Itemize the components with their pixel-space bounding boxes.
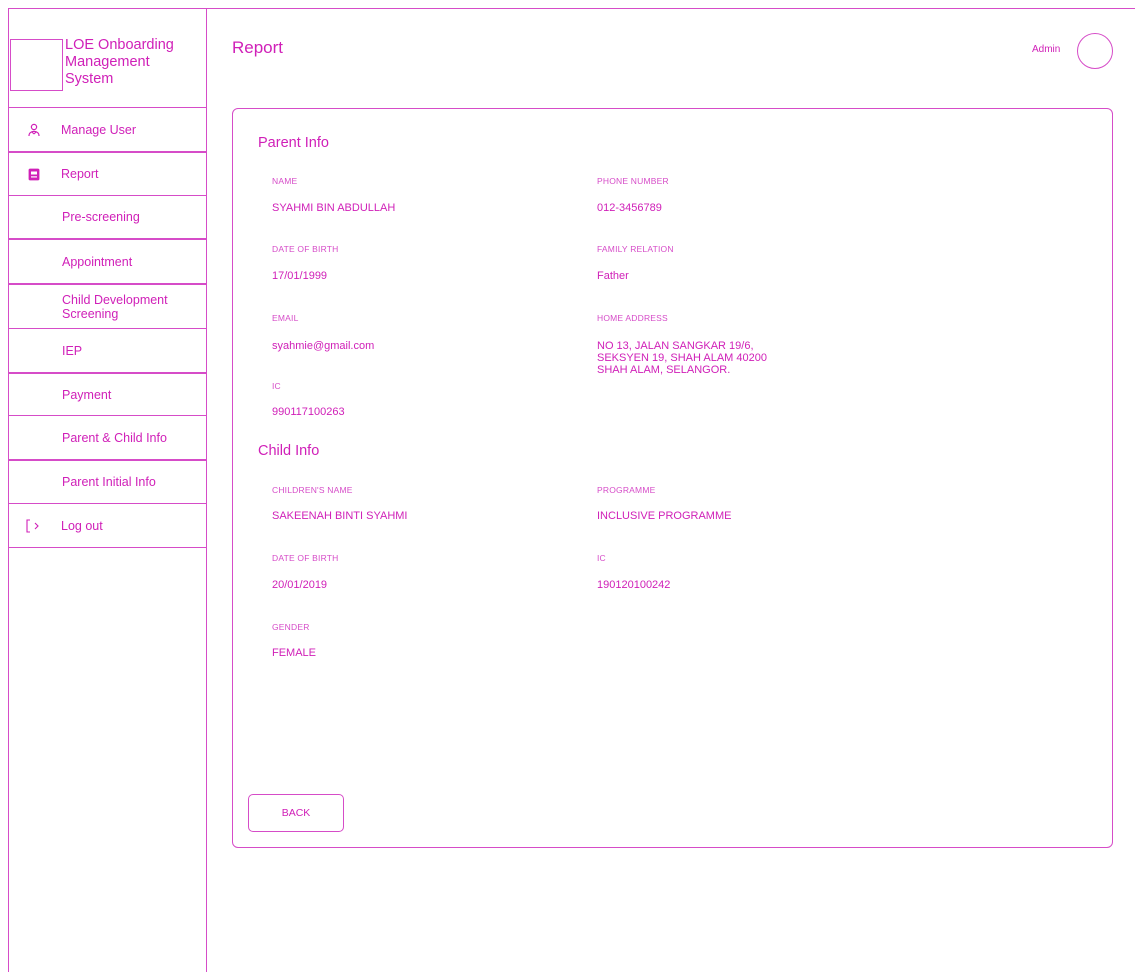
child-dob-value: 20/01/2019 <box>272 579 328 591</box>
parent-email-value: syahmie@gmail.com <box>272 340 375 352</box>
sidebar-item-logout[interactable]: Log out <box>8 504 207 548</box>
brand-header: LOE Onboarding Management System <box>8 8 207 108</box>
child-ic-value: 190120100242 <box>597 579 671 591</box>
sidebar-item-label: Parent & Child Info <box>62 430 167 445</box>
parent-ic-label: IC <box>272 381 281 391</box>
report-icon <box>25 165 43 183</box>
user-name: Admin <box>1032 44 1061 55</box>
home-address-value: NO 13, JALAN SANGKAR 19/6, SEKSYEN 19, S… <box>597 340 767 376</box>
sidebar-item-label: IEP <box>62 343 83 358</box>
sidebar-item-label: Payment <box>62 387 112 402</box>
sidebar-item-pre-screening[interactable]: Pre-screening <box>8 196 207 239</box>
sidebar-item-label: Child Development Screening <box>62 292 168 321</box>
sidebar: LOE Onboarding Management System Manage … <box>8 8 207 972</box>
gender-label: GENDER <box>272 622 310 632</box>
parent-info-title: Parent Info <box>258 135 329 151</box>
child-name-label: CHILDREN'S NAME <box>272 485 353 495</box>
programme-label: PROGRAMME <box>597 485 656 495</box>
sidebar-item-label: Appointment <box>62 254 133 269</box>
sidebar-item-manage-user[interactable]: Manage User <box>8 109 207 152</box>
sidebar-item-parent-child-info[interactable]: Parent & Child Info <box>8 416 207 460</box>
child-ic-label: IC <box>597 553 606 563</box>
sidebar-item-label: Report <box>61 167 99 181</box>
sidebar-item-iep[interactable]: IEP <box>8 329 207 373</box>
parent-name-label: NAME <box>272 176 298 186</box>
parent-email-label: EMAIL <box>272 313 299 323</box>
home-address-label: HOME ADDRESS <box>597 313 668 323</box>
page-title: Report <box>232 38 284 57</box>
parent-ic-value: 990117100263 <box>272 406 345 418</box>
avatar[interactable] <box>1077 33 1113 69</box>
family-relation-value: Father <box>597 270 629 282</box>
sidebar-item-parent-initial-info[interactable]: Parent Initial Info <box>8 460 207 504</box>
gender-value: FEMALE <box>272 647 317 659</box>
app-name: LOE Onboarding Management System <box>65 37 174 87</box>
parent-phone-label: PHONE NUMBER <box>597 176 669 186</box>
parent-name-value: SYAHMI BIN ABDULLAH <box>272 202 396 214</box>
child-info-title: Child Info <box>258 443 320 459</box>
child-name-value: SAKEENAH BINTI SYAHMI <box>272 510 408 522</box>
sidebar-item-appointment[interactable]: Appointment <box>8 239 207 284</box>
logo-placeholder <box>10 39 63 91</box>
logout-icon <box>25 517 43 535</box>
back-button[interactable]: BACK <box>248 794 344 832</box>
sidebar-item-report[interactable]: Report <box>8 152 207 196</box>
sidebar-item-label: Pre-screening <box>62 210 140 224</box>
users-icon <box>25 121 43 139</box>
parent-dob-label: DATE OF BIRTH <box>272 244 339 254</box>
sidebar-item-payment[interactable]: Payment <box>8 373 207 416</box>
programme-value: INCLUSIVE PROGRAMME <box>597 510 732 522</box>
child-dob-label: DATE OF BIRTH <box>272 553 339 563</box>
sidebar-item-label: Log out <box>61 518 103 533</box>
sidebar-item-child-development-screening[interactable]: Child Development Screening <box>8 284 207 329</box>
sidebar-item-label: Manage User <box>61 123 137 137</box>
parent-phone-value: 012-3456789 <box>597 202 662 214</box>
family-relation-label: FAMILY RELATION <box>597 244 674 254</box>
sidebar-item-label: Parent Initial Info <box>62 475 156 489</box>
report-card: Parent Info NAME SYAHMI BIN ABDULLAH PHO… <box>232 108 1113 848</box>
parent-dob-value: 17/01/1999 <box>272 270 328 282</box>
